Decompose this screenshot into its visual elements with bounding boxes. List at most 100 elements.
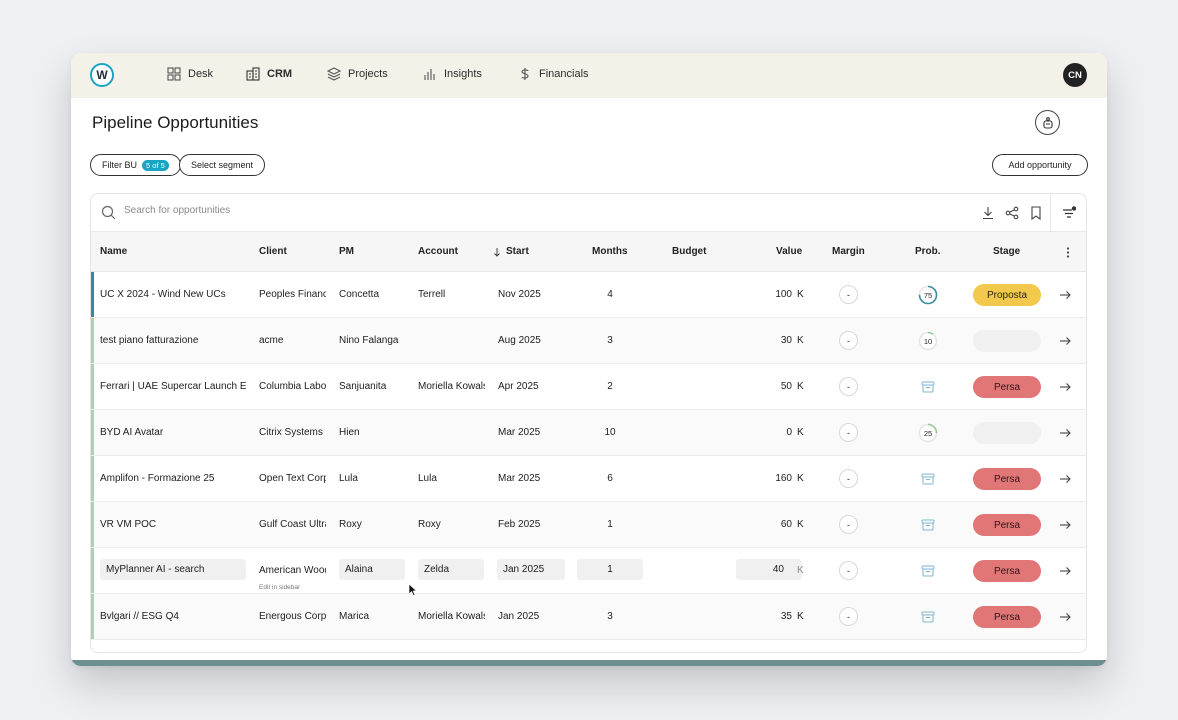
cell-pm[interactable]: Alaina bbox=[339, 559, 405, 580]
stage-badge[interactable] bbox=[973, 330, 1041, 352]
bookmark-icon[interactable] bbox=[1029, 206, 1043, 220]
add-opportunity-button[interactable]: Add opportunity bbox=[992, 154, 1088, 176]
cell-value-unit: K bbox=[797, 565, 804, 576]
user-avatar[interactable]: CN bbox=[1063, 63, 1087, 87]
column-header-budget[interactable]: Budget bbox=[672, 246, 706, 257]
search-input[interactable] bbox=[124, 205, 624, 216]
cell-margin: - bbox=[839, 561, 858, 580]
cell-account: Moriella Kowalski bbox=[418, 611, 485, 622]
column-header-name[interactable]: Name bbox=[100, 246, 127, 257]
cell-account: Moriella Kowalski bbox=[418, 381, 485, 392]
table-row[interactable]: MyPlanner AI - search American Woodmark Al… bbox=[91, 548, 1086, 594]
table-row[interactable]: VR VM POC Gulf Coast Ultra Roxy Roxy Feb 202… bbox=[91, 502, 1086, 548]
assistant-button[interactable] bbox=[1035, 110, 1060, 135]
arrow-right-icon[interactable] bbox=[1058, 380, 1072, 394]
column-header-margin[interactable]: Margin bbox=[832, 246, 865, 257]
arrow-right-icon[interactable] bbox=[1058, 426, 1072, 440]
cell-value[interactable]: 40 bbox=[736, 559, 802, 580]
filter-icon[interactable] bbox=[1062, 206, 1076, 220]
cell-client: American Woodmark bbox=[259, 565, 326, 576]
stage-badge[interactable]: Persa bbox=[973, 376, 1041, 398]
table-row[interactable]: Amplifon - Formazione 25 Open Text Corp Lu… bbox=[91, 456, 1086, 502]
robot-icon bbox=[1042, 116, 1053, 129]
cell-pm: Hien bbox=[339, 427, 360, 438]
archive-icon bbox=[921, 473, 935, 485]
column-header-prob[interactable]: Prob. bbox=[915, 246, 941, 257]
row-status-strip bbox=[91, 502, 94, 547]
probability-label: 25 bbox=[923, 429, 933, 438]
cell-name: Amplifon - Formazione 25 bbox=[100, 473, 215, 484]
arrow-right-icon[interactable] bbox=[1058, 288, 1072, 302]
cell-name: Ferrari | UAE Supercar Launch Event bbox=[100, 381, 246, 392]
column-header-account[interactable]: Account bbox=[418, 246, 458, 257]
cell-start: Apr 2025 bbox=[498, 381, 539, 392]
arrow-right-icon[interactable] bbox=[1058, 564, 1072, 578]
nav-item-desk[interactable]: Desk bbox=[167, 67, 213, 81]
cell-name[interactable]: MyPlanner AI - search bbox=[100, 559, 246, 580]
column-header-stage[interactable]: Stage bbox=[993, 246, 1020, 257]
row-status-strip bbox=[91, 594, 94, 639]
table-row[interactable]: test piano fatturazione acme Nino Falanga A… bbox=[91, 318, 1086, 364]
column-header-value[interactable]: Value bbox=[776, 246, 802, 257]
cell-pm: Sanjuanita bbox=[339, 381, 387, 392]
cell-value-unit: K bbox=[797, 519, 804, 530]
cell-months[interactable]: 1 bbox=[577, 559, 643, 580]
dollar-icon bbox=[521, 68, 529, 80]
nav-label: Financials bbox=[539, 68, 589, 80]
cell-start: Feb 2025 bbox=[498, 519, 541, 530]
top-nav-bar: W Desk CRM Projects Insights Financials … bbox=[71, 53, 1107, 98]
nav-item-projects[interactable]: Projects bbox=[327, 67, 388, 81]
arrow-right-icon[interactable] bbox=[1058, 518, 1072, 532]
cell-pm: Roxy bbox=[339, 519, 362, 530]
arrow-right-icon[interactable] bbox=[1058, 610, 1072, 624]
app-window: W Desk CRM Projects Insights Financials … bbox=[71, 53, 1107, 666]
cell-pm: Nino Falanga bbox=[339, 335, 399, 346]
cell-margin: - bbox=[839, 469, 858, 488]
cell-account[interactable]: Zelda bbox=[418, 559, 484, 580]
cell-client: Gulf Coast Ultra bbox=[259, 519, 326, 530]
building-icon bbox=[246, 67, 260, 81]
layers-icon bbox=[327, 67, 341, 81]
cell-value: 0 bbox=[786, 427, 792, 438]
cell-client: Open Text Corp bbox=[259, 473, 326, 484]
probability-label: 75 bbox=[923, 291, 933, 300]
row-status-strip bbox=[91, 272, 94, 317]
download-icon[interactable] bbox=[981, 206, 995, 220]
arrow-right-icon[interactable] bbox=[1058, 472, 1072, 486]
cell-margin: - bbox=[839, 377, 858, 396]
nav-item-insights[interactable]: Insights bbox=[423, 67, 482, 81]
nav-item-financials[interactable]: Financials bbox=[518, 67, 589, 81]
share-icon[interactable] bbox=[1005, 206, 1019, 220]
nav-label: Projects bbox=[348, 68, 388, 80]
app-logo[interactable]: W bbox=[90, 63, 114, 87]
filter-bu-badge: 5 of 5 bbox=[142, 159, 169, 171]
stage-badge[interactable] bbox=[973, 422, 1041, 444]
stage-badge[interactable]: Persa bbox=[973, 606, 1041, 628]
filter-bu-button[interactable]: Filter BU 5 of 5 bbox=[90, 154, 181, 176]
row-status-strip bbox=[91, 456, 94, 501]
sort-desc-icon[interactable] bbox=[493, 247, 501, 257]
column-header-months[interactable]: Months bbox=[592, 246, 628, 257]
cell-name: VR VM POC bbox=[100, 519, 157, 530]
stage-badge[interactable]: Proposta bbox=[973, 284, 1041, 306]
table-row[interactable]: Ferrari | UAE Supercar Launch Event Colum… bbox=[91, 364, 1086, 410]
select-segment-button[interactable]: Select segment bbox=[179, 154, 266, 176]
table-row[interactable]: Bvlgari // ESG Q4 Energous Corp Marica Mori… bbox=[91, 594, 1086, 640]
table-row[interactable]: UC X 2024 - Wind New UCs Peoples Financia… bbox=[91, 272, 1086, 318]
stage-badge[interactable]: Persa bbox=[973, 514, 1041, 536]
arrow-right-icon[interactable] bbox=[1058, 334, 1072, 348]
nav-item-crm[interactable]: CRM bbox=[246, 67, 292, 81]
column-header-start[interactable]: Start bbox=[506, 246, 529, 257]
cell-value: 60 bbox=[780, 519, 792, 530]
cell-start[interactable]: Jan 2025 bbox=[497, 559, 565, 580]
archive-icon bbox=[921, 519, 935, 531]
select-segment-label: Select segment bbox=[191, 160, 254, 170]
stage-badge[interactable]: Persa bbox=[973, 560, 1041, 582]
page-title: Pipeline Opportunities bbox=[92, 113, 259, 132]
more-vertical-icon[interactable] bbox=[1066, 247, 1070, 258]
column-header-pm[interactable]: PM bbox=[339, 246, 354, 257]
stage-badge[interactable]: Persa bbox=[973, 468, 1041, 490]
column-header-client[interactable]: Client bbox=[259, 246, 287, 257]
table-row[interactable]: BYD AI Avatar Citrix Systems Hien Mar 2025 1… bbox=[91, 410, 1086, 456]
cell-value: 30 bbox=[780, 335, 792, 346]
